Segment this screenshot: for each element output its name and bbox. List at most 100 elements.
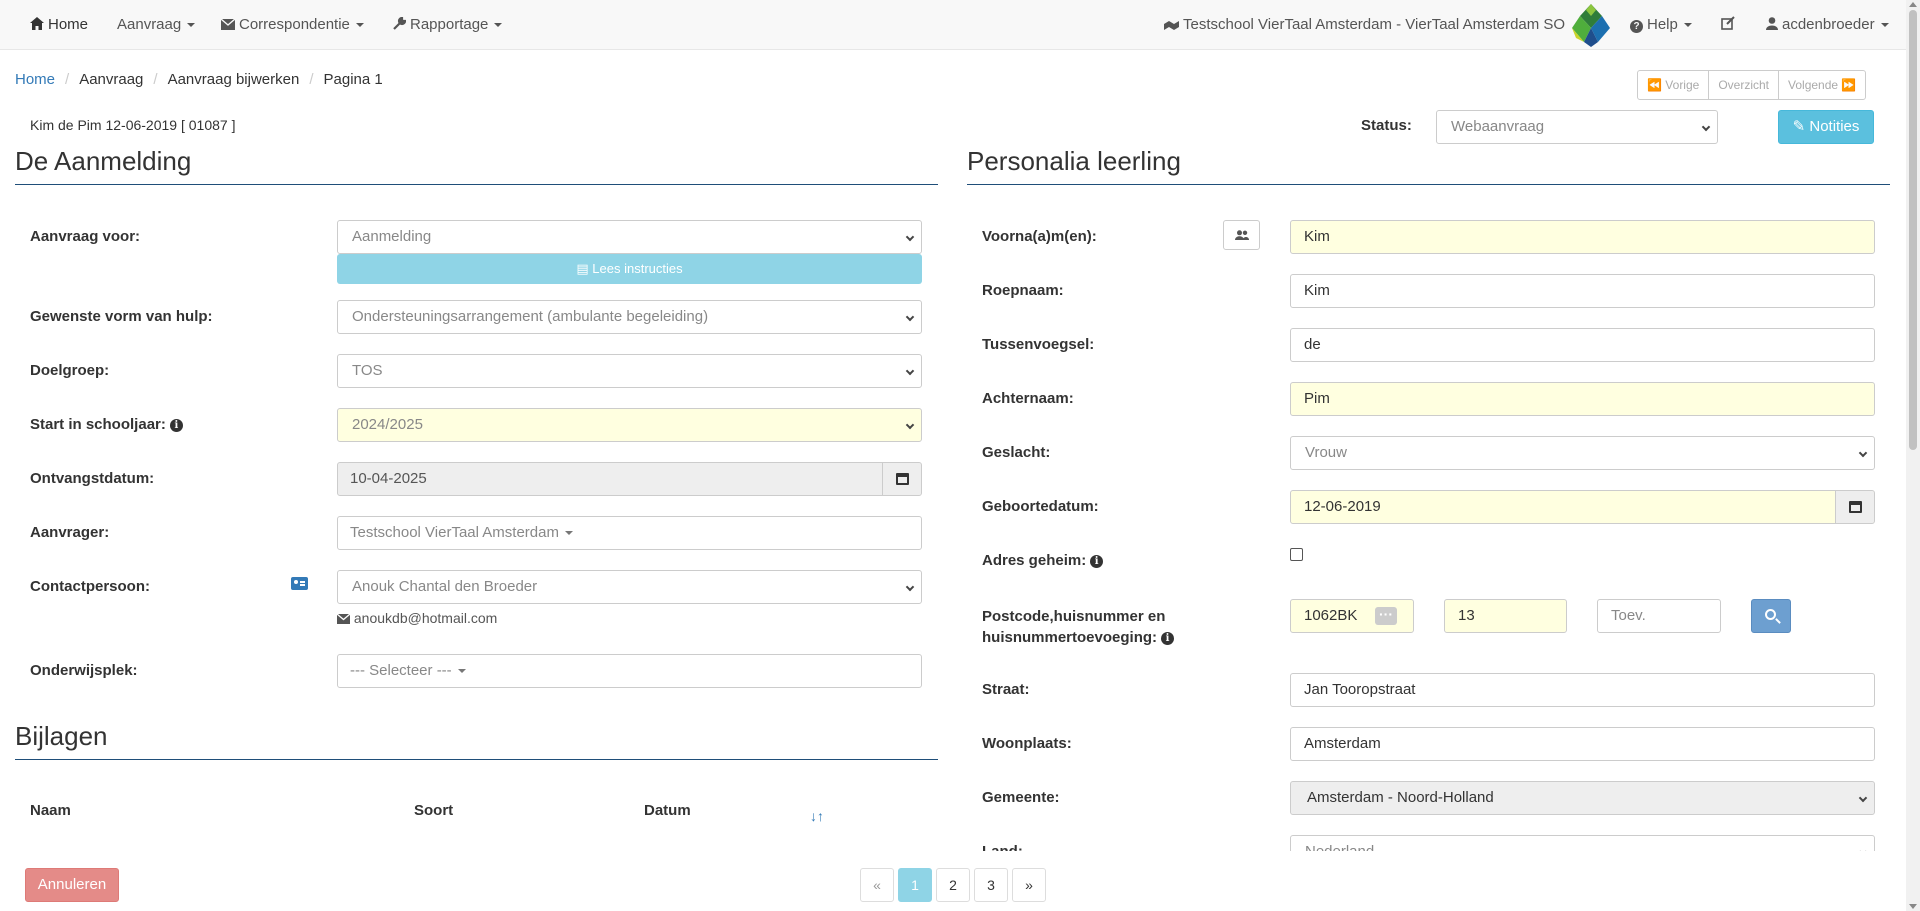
vorm-hulp-select[interactable]: Ondersteuningsarrangement (ambulante beg…: [337, 300, 922, 334]
roepnaam-label: Roepnaam:: [982, 282, 1064, 299]
woonplaats-input[interactable]: Amsterdam: [1290, 727, 1875, 761]
address-search-button[interactable]: [1751, 599, 1791, 633]
adres-geheim-checkbox[interactable]: [1290, 548, 1303, 561]
start-schooljaar-select[interactable]: 2024/2025: [337, 408, 922, 442]
contactpersoon-label: Contactpersoon:: [30, 578, 150, 595]
sort-icon[interactable]: ↓↑: [810, 808, 824, 824]
notities-button[interactable]: ✎ Notities: [1778, 110, 1874, 144]
huisnummer-input[interactable]: 13: [1444, 599, 1567, 633]
overview-button[interactable]: Overzicht: [1708, 70, 1780, 100]
aanvraag-voor-select[interactable]: Aanmelding: [337, 220, 922, 254]
section-divider: [15, 184, 938, 185]
footer-bar: Annuleren « 1 2 3 »: [0, 851, 1906, 911]
school-icon: [1164, 0, 1179, 50]
aanvrager-dropdown[interactable]: Testschool VierTaal Amsterdam: [337, 516, 922, 550]
envelope-icon: [336, 610, 354, 626]
pagination: « 1 2 3 »: [860, 868, 1050, 902]
column-header-soort[interactable]: Soort: [414, 802, 453, 819]
aanvrager-label: Aanvrager:: [30, 524, 110, 541]
adres-geheim-label: Adres geheim: i: [982, 552, 1104, 569]
caret-down-icon: [355, 23, 364, 28]
doelgroep-label: Doelgroep:: [30, 362, 110, 379]
info-icon[interactable]: i: [1090, 555, 1104, 568]
roepnaam-input[interactable]: Kim: [1290, 274, 1875, 308]
voornamen-input[interactable]: Kim: [1290, 220, 1875, 254]
more-icon[interactable]: ···: [1375, 607, 1397, 625]
user-icon: [1766, 0, 1778, 50]
achternaam-input[interactable]: Pim: [1290, 382, 1875, 416]
nav-home[interactable]: Home: [30, 0, 88, 50]
calendar-icon: [1849, 501, 1862, 513]
info-icon[interactable]: i: [1161, 632, 1175, 645]
page-scrollbar[interactable]: [1906, 0, 1920, 911]
list-icon: ▤: [576, 261, 589, 276]
chevron-down-icon: [905, 366, 915, 376]
annuleren-button[interactable]: Annuleren: [25, 868, 119, 902]
persons-lookup-button[interactable]: [1223, 220, 1260, 250]
top-navbar: Home Aanvraag Correspondentie Rapportage…: [0, 0, 1906, 50]
geboortedatum-calendar-button[interactable]: [1835, 491, 1874, 523]
toevoeging-input[interactable]: Toev.: [1597, 599, 1721, 633]
woonplaats-label: Woonplaats:: [982, 735, 1072, 752]
gemeente-label: Gemeente:: [982, 789, 1060, 806]
student-identifier: Kim de Pim 12-06-2019 [ 01087 ]: [30, 117, 236, 133]
page-2-button[interactable]: 2: [936, 868, 970, 902]
ontvangstdatum-label: Ontvangstdatum:: [30, 470, 155, 487]
status-select[interactable]: Webaanvraag: [1436, 110, 1718, 144]
info-icon[interactable]: i: [169, 419, 183, 432]
contactpersoon-select[interactable]: Anouk Chantal den Broeder: [337, 570, 922, 604]
nav-help[interactable]: ? Help: [1630, 0, 1692, 50]
straat-label: Straat:: [982, 681, 1030, 698]
achternaam-label: Achternaam:: [982, 390, 1074, 407]
doelgroep-select[interactable]: TOS: [337, 354, 922, 388]
caret-down-icon: [564, 531, 573, 536]
onderwijsplek-dropdown[interactable]: --- Selecteer ---: [337, 654, 922, 688]
straat-input[interactable]: Jan Tooropstraat: [1290, 673, 1875, 707]
nav-aanvraag[interactable]: Aanvraag: [117, 0, 196, 50]
page-prev-button[interactable]: «: [860, 868, 894, 902]
nav-rapportage[interactable]: Rapportage: [393, 0, 503, 50]
scrollbar-thumb[interactable]: [1909, 10, 1917, 450]
breadcrumb-home[interactable]: Home: [15, 71, 55, 88]
geslacht-select[interactable]: Vrouw: [1290, 436, 1875, 470]
nav-user[interactable]: acdenbroeder: [1766, 0, 1889, 50]
ontvangstdatum-calendar-button[interactable]: [882, 463, 921, 495]
nav-correspondentie[interactable]: Correspondentie: [220, 0, 364, 50]
nav-edit[interactable]: [1721, 0, 1740, 50]
caret-down-icon: [1880, 23, 1889, 28]
scroll-down-icon[interactable]: [1909, 904, 1917, 909]
tussenvoegsel-input[interactable]: de: [1290, 328, 1875, 362]
nav-school[interactable]: Testschool VierTaal Amsterdam - VierTaal…: [1164, 0, 1565, 50]
voornamen-label: Voorna(a)m(en):: [982, 228, 1097, 245]
page-1-button[interactable]: 1: [898, 868, 932, 902]
contact-card-icon[interactable]: [291, 577, 308, 590]
wrench-icon: [393, 0, 407, 50]
start-schooljaar-label: Start in schooljaar: i: [30, 416, 183, 433]
column-header-naam[interactable]: Naam: [30, 802, 71, 819]
geboortedatum-input[interactable]: 12-06-2019: [1290, 490, 1875, 524]
page-3-button[interactable]: 3: [974, 868, 1008, 902]
page-next-button[interactable]: »: [1012, 868, 1046, 902]
breadcrumb-aanvraag: Aanvraag: [79, 71, 144, 88]
chevron-down-icon: [905, 420, 915, 430]
column-header-datum[interactable]: Datum: [644, 802, 691, 819]
gemeente-select[interactable]: Amsterdam - Noord-Holland: [1290, 781, 1875, 815]
caret-down-icon: [494, 23, 503, 28]
edit-icon: ✎: [1792, 118, 1806, 135]
edit-icon: [1721, 0, 1736, 50]
personalia-title: Personalia leerling: [967, 146, 1181, 176]
geslacht-label: Geslacht:: [982, 444, 1051, 461]
search-icon: [1765, 609, 1776, 620]
prev-button[interactable]: ⏪ Vorige: [1637, 70, 1710, 100]
postcode-input[interactable]: 1062BK ···: [1290, 599, 1414, 633]
users-icon: [1234, 228, 1249, 242]
scroll-up-icon[interactable]: [1909, 2, 1917, 7]
breadcrumb-aanvraag-bijwerken: Aanvraag bijwerken: [167, 71, 300, 88]
status-label: Status:: [1361, 117, 1412, 134]
question-icon: ?: [1630, 0, 1643, 50]
onderwijsplek-label: Onderwijsplek:: [30, 662, 138, 679]
section-divider: [967, 184, 1890, 185]
lees-instructies-button[interactable]: ▤ Lees instructies: [337, 254, 922, 284]
next-button[interactable]: Volgende ⏩: [1778, 70, 1867, 100]
ontvangstdatum-input: 10-04-2025: [337, 462, 922, 496]
